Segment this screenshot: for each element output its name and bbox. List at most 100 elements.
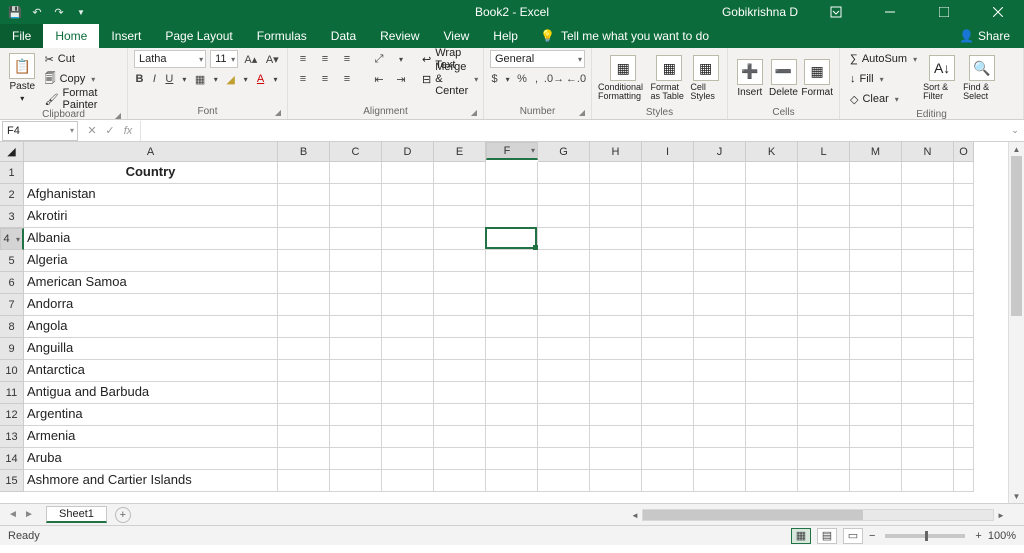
cell-L5[interactable] — [798, 250, 850, 272]
cell-L6[interactable] — [798, 272, 850, 294]
row-header-15[interactable]: 15 — [0, 470, 24, 492]
row-header-13[interactable]: 13 — [0, 426, 24, 448]
increase-decimal-icon[interactable]: .0→ — [545, 70, 563, 88]
cell-E13[interactable] — [434, 426, 486, 448]
cell-C1[interactable] — [330, 162, 382, 184]
cell-A5[interactable]: Algeria — [24, 250, 278, 272]
cell-G2[interactable] — [538, 184, 590, 206]
cell-F9[interactable] — [486, 338, 538, 360]
cell-O2[interactable] — [954, 184, 974, 206]
conditional-formatting-button[interactable]: ▦Conditional Formatting — [598, 50, 648, 106]
cell-M10[interactable] — [850, 360, 902, 382]
cell-N13[interactable] — [902, 426, 954, 448]
cell-K11[interactable] — [746, 382, 798, 404]
cell-A15[interactable]: Ashmore and Cartier Islands — [24, 470, 278, 492]
cell-E3[interactable] — [434, 206, 486, 228]
cell-A7[interactable]: Andorra — [24, 294, 278, 316]
cell-O1[interactable] — [954, 162, 974, 184]
cell-I9[interactable] — [642, 338, 694, 360]
cell-F1[interactable] — [486, 162, 538, 184]
cell-J14[interactable] — [694, 448, 746, 470]
cell-L15[interactable] — [798, 470, 850, 492]
format-button[interactable]: ▦Format — [801, 50, 833, 106]
vertical-scrollbar[interactable]: ▲ ▼ — [1008, 142, 1024, 503]
cell-H11[interactable] — [590, 382, 642, 404]
tab-view[interactable]: View — [432, 24, 482, 48]
cell-I2[interactable] — [642, 184, 694, 206]
cell-K7[interactable] — [746, 294, 798, 316]
cell-K8[interactable] — [746, 316, 798, 338]
fill-color-button[interactable]: ◢ — [225, 70, 236, 88]
cell-O14[interactable] — [954, 448, 974, 470]
cell-F3[interactable] — [486, 206, 538, 228]
cell-J2[interactable] — [694, 184, 746, 206]
cell-G6[interactable] — [538, 272, 590, 294]
font-color-button[interactable]: A — [255, 70, 266, 88]
cell-I3[interactable] — [642, 206, 694, 228]
cell-F2[interactable] — [486, 184, 538, 206]
delete-button[interactable]: ➖Delete — [768, 50, 800, 106]
underline-dropdown[interactable]: ▾ — [179, 70, 190, 88]
cell-C3[interactable] — [330, 206, 382, 228]
cell-O4[interactable] — [954, 228, 974, 250]
cell-O11[interactable] — [954, 382, 974, 404]
cell-B2[interactable] — [278, 184, 330, 206]
cancel-formula-icon[interactable]: ✕ — [84, 124, 100, 137]
cell-H3[interactable] — [590, 206, 642, 228]
cell-B4[interactable] — [278, 228, 330, 250]
cell-K5[interactable] — [746, 250, 798, 272]
maximize-button[interactable] — [922, 0, 966, 24]
cell-K9[interactable] — [746, 338, 798, 360]
cell-B1[interactable] — [278, 162, 330, 184]
cell-G5[interactable] — [538, 250, 590, 272]
cell-B5[interactable] — [278, 250, 330, 272]
cell-G9[interactable] — [538, 338, 590, 360]
cell-D12[interactable] — [382, 404, 434, 426]
cell-C4[interactable] — [330, 228, 382, 250]
cell-F4[interactable] — [486, 228, 538, 250]
cell-E5[interactable] — [434, 250, 486, 272]
font-dialog-launcher[interactable]: ◢ — [275, 108, 281, 117]
cell-E12[interactable] — [434, 404, 486, 426]
tab-formulas[interactable]: Formulas — [245, 24, 319, 48]
sheet-nav-next[interactable]: ► — [22, 509, 36, 520]
cell-L3[interactable] — [798, 206, 850, 228]
cell-L14[interactable] — [798, 448, 850, 470]
find-select-button[interactable]: 🔍Find & Select — [963, 50, 1001, 106]
cell-I14[interactable] — [642, 448, 694, 470]
cell-D4[interactable] — [382, 228, 434, 250]
redo-icon[interactable]: ↷ — [52, 5, 66, 19]
row-header-8[interactable]: 8 — [0, 316, 24, 338]
border-button[interactable]: ▦ — [194, 70, 206, 88]
page-layout-view-button[interactable]: ▤ — [817, 528, 837, 544]
cell-I13[interactable] — [642, 426, 694, 448]
cell-E10[interactable] — [434, 360, 486, 382]
cell-B9[interactable] — [278, 338, 330, 360]
cell-J12[interactable] — [694, 404, 746, 426]
cell-E11[interactable] — [434, 382, 486, 404]
cell-K2[interactable] — [746, 184, 798, 206]
alignment-dialog-launcher[interactable]: ◢ — [471, 108, 477, 117]
cell-A8[interactable]: Angola — [24, 316, 278, 338]
cell-A9[interactable]: Anguilla — [24, 338, 278, 360]
cell-J11[interactable] — [694, 382, 746, 404]
cell-F12[interactable] — [486, 404, 538, 426]
cell-O7[interactable] — [954, 294, 974, 316]
cell-F6[interactable] — [486, 272, 538, 294]
expand-formula-bar[interactable]: ⌄ — [1006, 125, 1024, 136]
cell-J5[interactable] — [694, 250, 746, 272]
cell-H10[interactable] — [590, 360, 642, 382]
cell-M4[interactable] — [850, 228, 902, 250]
column-header-I[interactable]: I — [642, 142, 694, 162]
row-header-4[interactable]: 4 — [0, 228, 24, 250]
row-header-2[interactable]: 2 — [0, 184, 24, 206]
cell-M9[interactable] — [850, 338, 902, 360]
zoom-out-button[interactable]: − — [869, 530, 875, 542]
cell-C9[interactable] — [330, 338, 382, 360]
percent-icon[interactable]: % — [516, 70, 528, 88]
cell-N11[interactable] — [902, 382, 954, 404]
paste-button[interactable]: 📋 Paste ▾ — [6, 50, 39, 106]
cell-F11[interactable] — [486, 382, 538, 404]
cell-N12[interactable] — [902, 404, 954, 426]
cell-L11[interactable] — [798, 382, 850, 404]
